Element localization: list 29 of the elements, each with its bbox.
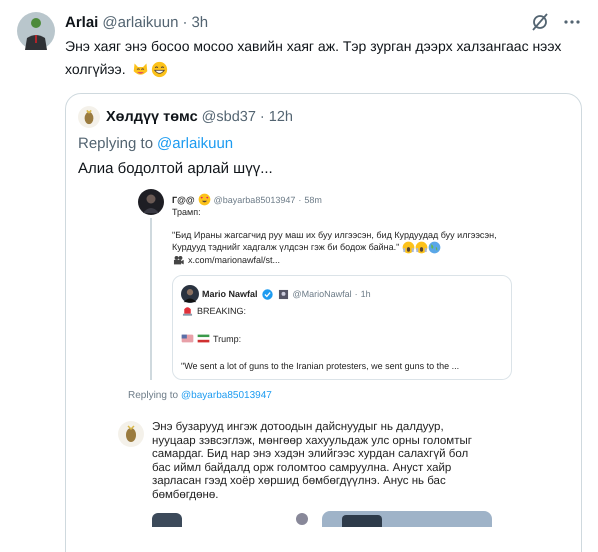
quoted-author-handle: @sbd37 [202,109,256,125]
separator-dot: · [354,289,358,299]
nested-text-line: Trump: [213,333,242,346]
nested-text-line: "We sent a lot of guns to the Iranian protesters, we sent guns to the ... [181,360,460,373]
separator-dot: · [182,14,188,30]
nested-handle: @MarioNawfal [292,289,352,299]
replying-label: Replying to [128,390,178,401]
nested-author-name: Mario Nawfal [202,289,258,299]
quoted-post-time: 12h [268,109,293,125]
replying-handle: @bayarba85013947 [181,390,272,401]
quoted-post-text: Алиа бодолтой арлай шүү... [78,160,274,177]
separator-dot: · [298,194,302,204]
thread-link: x.com/marionawfal/st... [188,255,280,267]
thread-handle: @bayarba85013947 [214,194,296,204]
nested-time: 1h [360,289,371,299]
nested-text-line: BREAKING: [197,305,246,318]
thread-time: 58m [304,194,322,204]
separator-dot: · [260,109,265,125]
thread-text-line: Трамп: [172,207,202,218]
replying-label: Replying to [78,135,154,152]
author-name[interactable]: Arlai [65,14,98,30]
thread-quote-text: "Бид Ираны жагсагчид руу маш их буу илгээсэн, бид Курдуудад буу илгээсэн, Курдууд тэднийг хадгалж үлдсэн гэж би бодож байна." [172,230,498,254]
thread-author-name: Г@@ [172,194,195,204]
post-text: Энэ хаяг энэ босоо мосоо хавийн хаяг аж. Тэр зурган дээрх халзангаас нээх [65,37,562,56]
post-text: холгүйээ. [65,60,126,79]
quoted-author-name: Хөлдүү төмс [106,109,198,125]
author-handle[interactable]: @arlaikuun [102,14,178,30]
post-time[interactable]: 3h [191,14,208,30]
reply-text: Энэ бузарууд ингэж дотоодын дайснуудыг нь далдуур, нууцаар зэвсэглэж, мөнгөөр хахуульдаж улс орны голомтыг самардаг. Бид нар энэ хэдэн элийгээс хурдан салахгүй бол бас иймл байдалд орж голомтоо самруулна. Ануст хайр зарласан гээд хоёр хөршид бөмбөгдүүлнэ. Анус нь бас бөмбөгдөнө. [152,421,473,502]
